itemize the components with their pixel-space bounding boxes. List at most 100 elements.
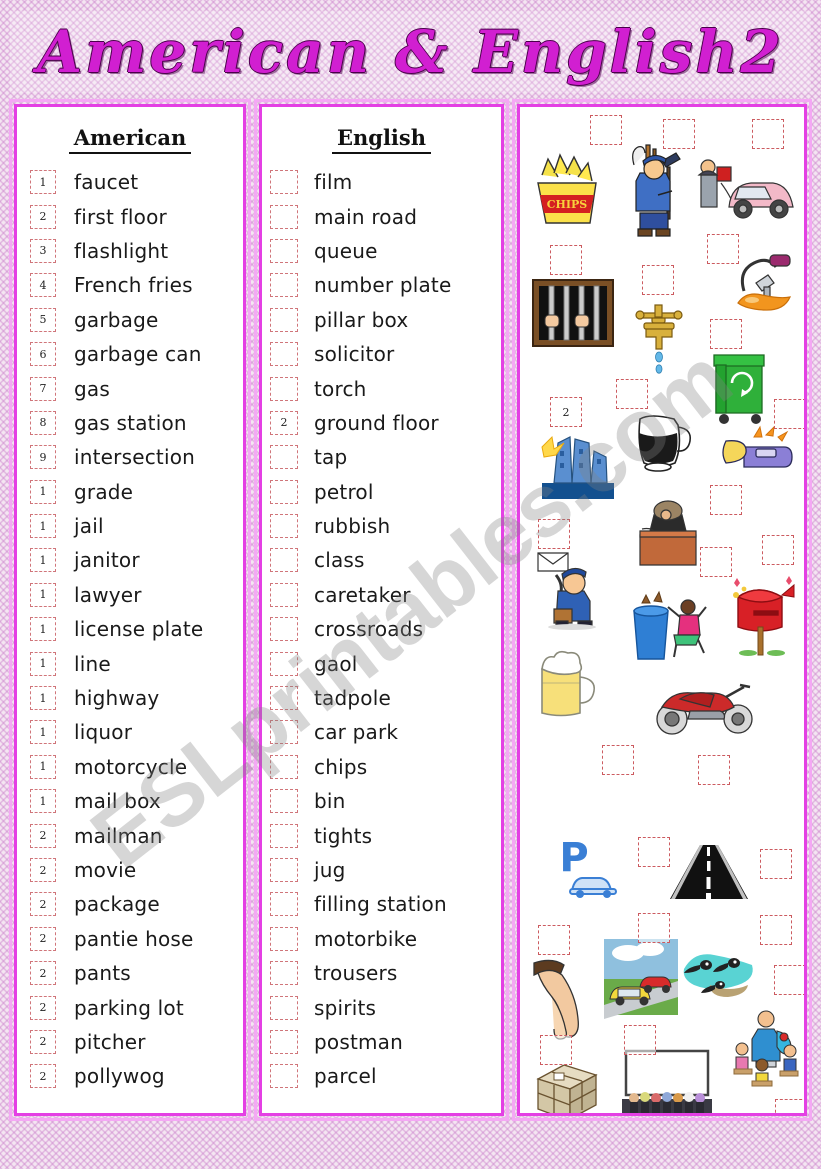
answer-box[interactable]: [270, 273, 298, 298]
answer-box[interactable]: 1: [30, 617, 56, 642]
answer-box[interactable]: 1: [30, 754, 56, 779]
word-label: pitcher: [74, 1029, 146, 1054]
word-label: motorcycle: [74, 754, 188, 779]
answer-box[interactable]: 1: [30, 582, 56, 607]
answer-box[interactable]: 1: [30, 789, 56, 814]
answer-box[interactable]: 3: [30, 238, 56, 263]
picture-answer-box[interactable]: [638, 837, 670, 867]
answer-box[interactable]: 6: [30, 342, 56, 367]
word-label: motorbike: [314, 926, 418, 951]
answer-box[interactable]: 1: [30, 548, 56, 573]
answer-box[interactable]: 2: [30, 823, 56, 848]
word-label: tadpole: [314, 686, 391, 711]
answer-box[interactable]: [270, 789, 298, 814]
answer-box[interactable]: [270, 445, 298, 470]
answer-box[interactable]: [270, 548, 298, 573]
word-label: chips: [314, 754, 368, 779]
answer-box[interactable]: 1: [30, 686, 56, 711]
caretaker-janitor-image: [620, 139, 692, 239]
word-label: postman: [314, 1029, 404, 1054]
answer-box[interactable]: 2: [30, 995, 56, 1020]
tights-legs-image: [530, 957, 594, 1041]
answer-box[interactable]: [270, 995, 298, 1020]
picture-answer-box[interactable]: [775, 1099, 804, 1113]
answer-box[interactable]: [270, 686, 298, 711]
picture-answer-box[interactable]: [602, 745, 634, 775]
answer-box[interactable]: [270, 617, 298, 642]
answer-box[interactable]: 2: [30, 858, 56, 882]
picture-answer-box[interactable]: [538, 519, 570, 549]
answer-box[interactable]: 5: [30, 307, 56, 332]
english-column-panel: English film main road queue number plate pi…: [254, 99, 509, 1121]
picture-answer-box[interactable]: [638, 913, 670, 943]
answer-box[interactable]: 8: [30, 410, 56, 435]
answer-box[interactable]: 1: [30, 651, 56, 676]
picture-answer-box[interactable]: [707, 234, 739, 264]
answer-box[interactable]: 2: [30, 1029, 56, 1054]
answer-box[interactable]: [270, 651, 298, 676]
picture-answer-box[interactable]: [540, 1035, 572, 1065]
picture-answer-box[interactable]: [698, 755, 730, 785]
word-label: line: [74, 651, 111, 676]
american-word-list: 1 faucet 2 first floor 3 flashlight 4 French fr…: [17, 157, 243, 1094]
answer-box[interactable]: [270, 170, 298, 195]
word-label: filling station: [314, 892, 447, 917]
picture-answer-box[interactable]: [642, 265, 674, 295]
word-row: trousers: [262, 956, 501, 990]
word-row: 1 faucet: [17, 165, 243, 199]
word-row: jug: [262, 853, 501, 887]
answer-box[interactable]: [270, 823, 298, 848]
answer-box[interactable]: 9: [30, 445, 56, 470]
answer-box[interactable]: 1: [30, 479, 56, 504]
picture-answer-box[interactable]: [590, 115, 622, 145]
answer-box[interactable]: [270, 720, 298, 745]
answer-box[interactable]: [270, 892, 298, 917]
picture-answer-box[interactable]: [663, 119, 695, 149]
answer-box[interactable]: [270, 1029, 298, 1054]
answer-box[interactable]: 2: [30, 204, 56, 229]
answer-box[interactable]: 2: [30, 1064, 56, 1089]
picture-answer-box[interactable]: [550, 245, 582, 275]
answer-box[interactable]: [270, 479, 298, 504]
answer-box[interactable]: 1: [30, 514, 56, 539]
picture-answer-box[interactable]: [710, 319, 742, 349]
answer-box[interactable]: [270, 204, 298, 229]
svg-text:P: P: [559, 835, 588, 881]
answer-box[interactable]: [270, 858, 298, 882]
word-label: grade: [74, 479, 134, 504]
picture-answer-box[interactable]: [760, 915, 792, 945]
answer-box[interactable]: 2: [30, 961, 56, 986]
answer-box[interactable]: 4: [30, 273, 56, 298]
answer-box[interactable]: 2: [30, 926, 56, 951]
answer-box[interactable]: [270, 514, 298, 539]
answer-box[interactable]: [270, 307, 298, 332]
answer-box[interactable]: [270, 1064, 298, 1089]
answer-box[interactable]: [270, 376, 298, 401]
picture-answer-box[interactable]: [774, 399, 804, 429]
answer-box[interactable]: 7: [30, 376, 56, 401]
picture-answer-box[interactable]: [774, 965, 804, 995]
picture-answer-box[interactable]: [710, 485, 742, 515]
word-row: 5 garbage: [17, 303, 243, 337]
picture-answer-box[interactable]: [624, 1025, 656, 1055]
answer-box[interactable]: 2: [30, 892, 56, 917]
answer-box[interactable]: [270, 238, 298, 263]
pillar-box-mailbox-image: [726, 567, 798, 657]
picture-answer-box[interactable]: [762, 535, 794, 565]
answer-box[interactable]: [270, 582, 298, 607]
picture-answer-box[interactable]: [616, 379, 648, 409]
word-label: car park: [314, 720, 399, 745]
answer-box[interactable]: 2: [270, 410, 298, 435]
answer-box[interactable]: [270, 926, 298, 951]
word-row: tadpole: [262, 681, 501, 715]
picture-answer-box[interactable]: [538, 925, 570, 955]
answer-box[interactable]: 1: [30, 170, 56, 195]
answer-box[interactable]: 1: [30, 720, 56, 745]
picture-answer-box[interactable]: 2: [550, 397, 582, 427]
picture-answer-box[interactable]: [760, 849, 792, 879]
picture-answer-box[interactable]: [700, 547, 732, 577]
answer-box[interactable]: [270, 342, 298, 367]
answer-box[interactable]: [270, 961, 298, 986]
answer-box[interactable]: [270, 754, 298, 779]
picture-answer-box[interactable]: [752, 119, 784, 149]
